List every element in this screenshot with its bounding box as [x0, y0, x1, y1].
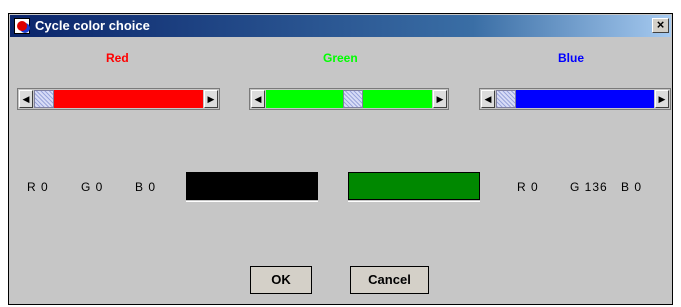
green-label: Green [323, 51, 358, 65]
color-choice-dialog: Cycle color choice × Red Green Blue ◀ ▶ … [8, 13, 673, 305]
window-title: Cycle color choice [35, 18, 150, 33]
right-arrow-icon[interactable]: ▶ [204, 90, 218, 108]
blue-slider[interactable]: ◀ ▶ [479, 88, 671, 110]
red-slider-track[interactable] [34, 90, 203, 108]
green-slider-track[interactable] [266, 90, 432, 108]
close-button[interactable]: × [652, 18, 669, 33]
current-red-value: R 0 [27, 180, 49, 194]
left-arrow-icon[interactable]: ◀ [251, 90, 265, 108]
left-arrow-icon[interactable]: ◀ [19, 90, 33, 108]
red-label: Red [106, 51, 129, 65]
green-slider[interactable]: ◀ ▶ [249, 88, 449, 110]
current-blue-value: B 0 [135, 180, 157, 194]
current-color-swatch [186, 172, 318, 202]
right-arrow-icon[interactable]: ▶ [655, 90, 669, 108]
right-arrow-icon[interactable]: ▶ [433, 90, 447, 108]
app-icon [14, 18, 30, 34]
left-arrow-icon[interactable]: ◀ [481, 90, 495, 108]
current-green-value: G 0 [81, 180, 104, 194]
ok-button[interactable]: OK [250, 266, 312, 294]
blue-slider-fill [496, 90, 654, 108]
red-slider[interactable]: ◀ ▶ [17, 88, 220, 110]
new-blue-value: B 0 [621, 180, 643, 194]
blue-slider-thumb[interactable] [496, 90, 516, 108]
new-color-swatch [348, 172, 480, 202]
cancel-button[interactable]: Cancel [350, 266, 429, 294]
new-red-value: R 0 [517, 180, 539, 194]
new-green-value: G 136 [570, 180, 608, 194]
red-slider-fill [34, 90, 203, 108]
ok-button-label: OK [271, 272, 291, 287]
green-slider-thumb[interactable] [343, 90, 363, 108]
title-bar[interactable]: Cycle color choice × [10, 15, 671, 37]
cancel-button-label: Cancel [368, 272, 411, 287]
blue-slider-track[interactable] [496, 90, 654, 108]
red-slider-thumb[interactable] [34, 90, 54, 108]
blue-label: Blue [558, 51, 585, 65]
